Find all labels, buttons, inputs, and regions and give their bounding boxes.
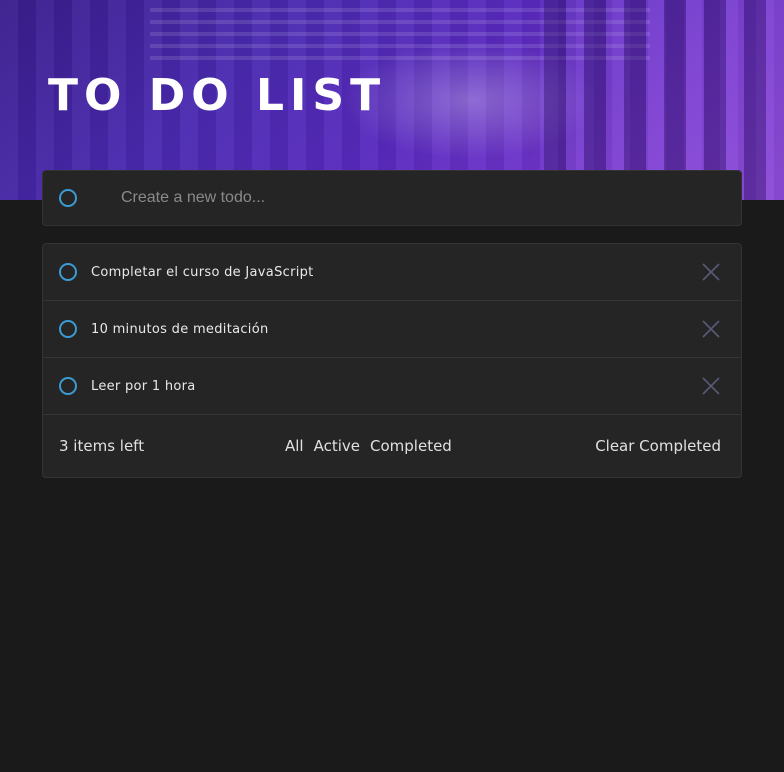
- filter-completed[interactable]: Completed: [370, 437, 452, 455]
- circle-icon[interactable]: [59, 320, 77, 338]
- close-icon[interactable]: [701, 262, 721, 282]
- circle-icon[interactable]: [59, 263, 77, 281]
- todo-text: Completar el curso de JavaScript: [91, 264, 314, 280]
- list-item[interactable]: Leer por 1 hora: [43, 358, 741, 415]
- list-item[interactable]: 10 minutos de meditación: [43, 301, 741, 358]
- close-icon[interactable]: [701, 376, 721, 396]
- filter-active[interactable]: Active: [314, 437, 360, 455]
- new-todo-bar: [42, 170, 742, 226]
- list-item[interactable]: Completar el curso de JavaScript: [43, 244, 741, 301]
- filter-group: All Active Completed: [285, 437, 452, 455]
- todo-text: 10 minutos de meditación: [91, 321, 269, 337]
- circle-icon[interactable]: [59, 189, 77, 207]
- circle-icon[interactable]: [59, 377, 77, 395]
- page-title: TO DO LIST: [48, 70, 387, 121]
- close-icon[interactable]: [701, 319, 721, 339]
- new-todo-input[interactable]: [121, 189, 701, 207]
- clear-completed-button[interactable]: Clear Completed: [595, 437, 721, 455]
- todo-text: Leer por 1 hora: [91, 378, 196, 394]
- items-left-count: 3 items left: [59, 437, 145, 455]
- filter-all[interactable]: All: [285, 437, 304, 455]
- todo-list: Completar el curso de JavaScript 10 minu…: [42, 243, 742, 478]
- list-footer: 3 items left All Active Completed Clear …: [43, 415, 741, 477]
